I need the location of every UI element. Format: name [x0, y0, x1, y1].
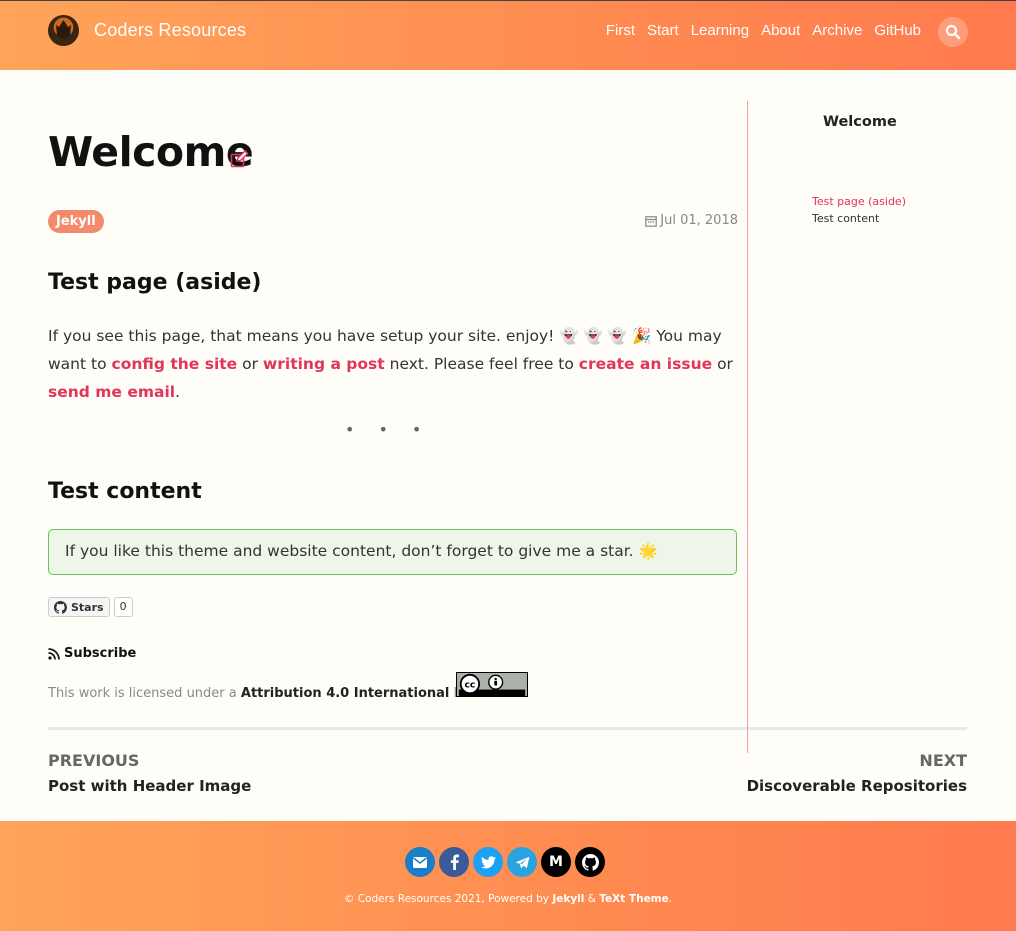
or-text-2: or: [717, 355, 733, 373]
intro-paragraph: If you see this page, that means you hav…: [48, 322, 743, 406]
toc-item-test-content[interactable]: Test content: [812, 210, 906, 227]
subscribe-link[interactable]: Subscribe: [48, 646, 136, 661]
text-theme-link[interactable]: TeXt Theme: [599, 893, 668, 905]
medium-icon[interactable]: M: [541, 847, 571, 877]
section-separator: •••: [345, 420, 446, 439]
section-heading-test-page: Test page (aside): [48, 270, 262, 295]
toc-title: Welcome: [823, 114, 897, 130]
next-post-link[interactable]: Discoverable Repositories: [747, 777, 967, 795]
create-issue-link[interactable]: create an issue: [579, 355, 712, 373]
cc-by-badge-icon[interactable]: cc: [456, 672, 528, 697]
calendar-icon: [645, 215, 658, 227]
copyright-prefix: © Coders Resources 2021, Powered by: [343, 893, 549, 905]
post-date: Jul 01, 2018: [645, 213, 738, 228]
nav-github[interactable]: GitHub: [874, 22, 921, 39]
license-prefix: This work is licensed under a: [48, 686, 237, 701]
nav-learning[interactable]: Learning: [691, 22, 749, 39]
github-stars-widget: Stars 0: [48, 597, 133, 617]
svg-text:cc: cc: [464, 680, 475, 691]
nav-about[interactable]: About: [761, 22, 800, 39]
writing-post-link[interactable]: writing a post: [263, 355, 385, 373]
facebook-icon[interactable]: [439, 847, 469, 877]
main-nav: First Start Learning About Archive GitHu…: [606, 22, 921, 39]
send-email-link[interactable]: send me email: [48, 383, 175, 401]
copyright-text: © Coders Resources 2021, Powered by Jeky…: [0, 893, 1016, 905]
post-nav-divider: [48, 727, 967, 730]
toc-item-test-page[interactable]: Test page (aside): [812, 193, 906, 210]
table-of-contents: Test page (aside) Test content: [812, 193, 906, 227]
search-icon: [945, 24, 961, 40]
subscribe-label: Subscribe: [64, 646, 137, 661]
aside-divider: [747, 101, 748, 753]
social-links: M: [405, 847, 605, 877]
jekyll-link[interactable]: Jekyll: [552, 893, 584, 905]
nav-start[interactable]: Start: [647, 22, 679, 39]
post-date-text: Jul 01, 2018: [660, 213, 738, 228]
period: .: [175, 383, 181, 401]
email-icon[interactable]: [405, 847, 435, 877]
site-header: Coders Resources First Start Learning Ab…: [0, 0, 1016, 70]
site-logo-icon[interactable]: [48, 15, 79, 46]
github-icon[interactable]: [575, 847, 605, 877]
site-title[interactable]: Coders Resources: [94, 20, 246, 41]
or-text: or: [242, 355, 258, 373]
search-button[interactable]: [938, 17, 968, 47]
intro-text-2: next. Please feel free to: [389, 355, 574, 373]
stars-button[interactable]: Stars: [48, 597, 110, 617]
previous-post-link[interactable]: Post with Header Image: [48, 777, 251, 795]
github-icon: [54, 600, 67, 614]
page-title: Welcome: [48, 128, 254, 176]
tag-badge[interactable]: Jekyll: [48, 210, 104, 233]
copyright-end: .: [668, 893, 673, 905]
star-callout: If you like this theme and website conte…: [48, 529, 737, 575]
section-heading-test-content: Test content: [48, 479, 202, 504]
twitter-icon[interactable]: [473, 847, 503, 877]
telegram-icon[interactable]: [507, 847, 537, 877]
previous-label: PREVIOUS: [48, 751, 140, 770]
next-label: NEXT: [919, 751, 967, 770]
config-site-link[interactable]: config the site: [112, 355, 238, 373]
license-text: This work is licensed under a Attributio…: [48, 686, 503, 701]
nav-archive[interactable]: Archive: [812, 22, 862, 39]
stars-label: Stars: [71, 600, 104, 614]
rss-icon: [48, 647, 60, 660]
license-link[interactable]: Attribution 4.0 International: [241, 686, 450, 701]
nav-first[interactable]: First: [606, 22, 635, 39]
edit-icon[interactable]: [230, 150, 249, 168]
stars-count[interactable]: 0: [113, 597, 133, 617]
ampersand: &: [587, 893, 596, 905]
